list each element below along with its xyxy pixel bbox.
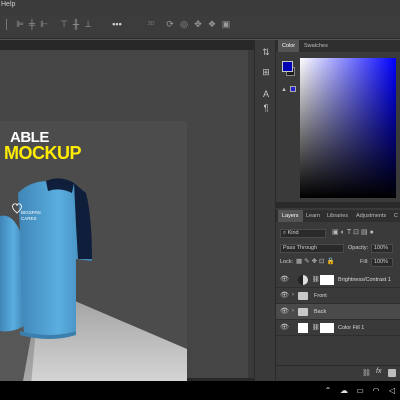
- chain-link-icon: ⛓: [312, 325, 320, 331]
- fill-field[interactable]: 100%: [371, 257, 393, 267]
- cloud-icon[interactable]: ☁: [338, 381, 350, 400]
- visibility-eye-icon[interactable]: 👁: [280, 307, 289, 316]
- scale-3d-icon[interactable]: ▣: [220, 10, 232, 39]
- foreground-color-swatch[interactable]: [282, 61, 293, 72]
- brand-line1: BIGSPAN: [21, 210, 41, 215]
- link-icon[interactable]: ⛓: [362, 369, 371, 377]
- chain-link-icon: ⛓: [312, 277, 320, 283]
- gamut-swatch[interactable]: [290, 86, 296, 92]
- blend-mode-select[interactable]: Pass Through: [280, 243, 344, 253]
- layer-name: Brightness/Contrast 1: [338, 277, 391, 283]
- layer-name: Color Fill 1: [338, 325, 365, 331]
- tab-c[interactable]: C: [390, 210, 400, 222]
- lock-row: Lock: ▩✎✥⊡🔒 Fill: 100%: [276, 256, 400, 268]
- opacity-field[interactable]: 100%: [371, 243, 393, 253]
- fill-label: Fill:: [360, 259, 369, 265]
- align-center-icon[interactable]: ╪: [26, 10, 38, 39]
- toolbar-separator: │: [4, 19, 10, 29]
- filter-icons[interactable]: ▣◐T⊡▤●: [332, 227, 400, 239]
- chevron-up-icon[interactable]: ⌃: [322, 381, 334, 400]
- fill-color-thumbnail: [298, 323, 308, 333]
- character-icon[interactable]: A: [258, 88, 274, 100]
- panel-divider: [276, 202, 400, 208]
- slide-3d-icon[interactable]: ❖: [206, 10, 218, 39]
- pasteboard: BIGSPAN CARES ABLE MOCKUP: [0, 50, 248, 398]
- layer-name: Back: [314, 309, 327, 315]
- blend-row: Pass Through Opacity: 100%: [276, 242, 400, 254]
- visibility-eye-icon[interactable]: 👁: [280, 275, 289, 284]
- layer-row[interactable]: 👁 › Front: [276, 288, 400, 304]
- color-tabs: Color Swatches: [276, 40, 400, 52]
- tab-layers[interactable]: Layers: [278, 210, 303, 222]
- menu-bar: Help: [0, 0, 400, 10]
- fx-icon[interactable]: fx: [376, 368, 381, 375]
- visibility-eye-icon[interactable]: 👁: [280, 291, 289, 300]
- right-panels: Color Swatches ▲ Layers Learn Libraries …: [276, 40, 400, 381]
- layer-row[interactable]: 👁 ⛓ Brightness/Contrast 1: [276, 272, 400, 288]
- volume-icon[interactable]: ◁: [386, 381, 398, 400]
- visibility-eye-icon[interactable]: 👁: [280, 323, 289, 332]
- lock-icons[interactable]: ▩✎✥⊡🔒: [296, 256, 337, 268]
- drag-3d-icon[interactable]: ✥: [192, 10, 204, 39]
- layer-mask-thumbnail: [320, 323, 334, 333]
- layer-filter-row: ⌕ Kind ▣◐T⊡▤●: [276, 227, 400, 239]
- align-bottom-icon[interactable]: ⊥: [82, 10, 94, 39]
- monitor-icon[interactable]: ▭: [354, 381, 366, 400]
- align-top-icon[interactable]: ⊤: [58, 10, 70, 39]
- opacity-label: Opacity:: [348, 245, 369, 251]
- document-canvas[interactable]: BIGSPAN CARES ABLE MOCKUP: [0, 121, 187, 398]
- wifi-icon[interactable]: ◠: [370, 381, 382, 400]
- headline-line2: MOCKUP: [4, 143, 82, 163]
- tab-swatches[interactable]: Swatches: [300, 40, 332, 52]
- layer-mask-thumbnail: [320, 275, 334, 285]
- layers-tabs: Layers Learn Libraries Adjustments C: [276, 210, 400, 222]
- color-picker-field[interactable]: [300, 58, 396, 198]
- orbit-3d-icon[interactable]: ⟳: [164, 10, 176, 39]
- adjustment-icon: [298, 275, 308, 285]
- layer-row[interactable]: 👁 ⛓ Color Fill 1: [276, 320, 400, 336]
- align-middle-icon[interactable]: ╫: [70, 10, 82, 39]
- tab-color[interactable]: Color: [278, 40, 300, 52]
- taskbar: ⌃ ☁ ▭ ◠ ◁: [0, 381, 400, 400]
- lock-label: Lock:: [280, 259, 294, 265]
- tab-adjustments[interactable]: Adjustments: [352, 210, 390, 222]
- layer-row[interactable]: 👁 › Back: [276, 304, 400, 320]
- chevron-right-icon[interactable]: ›: [292, 292, 294, 298]
- folder-icon: [298, 308, 308, 316]
- options-bar: │ ⊫ ╪ ⊩ ⊤ ╫ ⊥ ••• 3D Mode: ⟳ ◎ ✥ ❖ ▣: [0, 10, 400, 56]
- brand-line2: CARES: [21, 216, 37, 221]
- align-right-icon[interactable]: ⊩: [38, 10, 50, 39]
- folder-icon: [298, 292, 308, 300]
- filter-kind-label: Kind: [287, 229, 299, 236]
- align-left-icon[interactable]: ⊫: [14, 10, 26, 39]
- chevron-right-icon[interactable]: ›: [292, 308, 294, 314]
- roll-3d-icon[interactable]: ◎: [178, 10, 190, 39]
- paragraph-icon[interactable]: ¶: [258, 102, 274, 114]
- filter-kind-select[interactable]: ⌕ Kind: [280, 228, 326, 238]
- history-icon[interactable]: ⇅: [258, 46, 274, 58]
- menu-help[interactable]: Help: [1, 0, 15, 10]
- properties-icon[interactable]: ⊞: [258, 66, 274, 78]
- panel-tools-strip: ⇅ ⊞ A ¶: [254, 40, 276, 381]
- more-icon[interactable]: •••: [110, 10, 124, 39]
- tab-learn[interactable]: Learn: [302, 210, 324, 222]
- tab-libraries[interactable]: Libraries: [323, 210, 352, 222]
- layers-footer: ⛓ fx: [276, 365, 400, 381]
- mask-icon[interactable]: [388, 369, 396, 377]
- layer-name: Front: [314, 293, 327, 299]
